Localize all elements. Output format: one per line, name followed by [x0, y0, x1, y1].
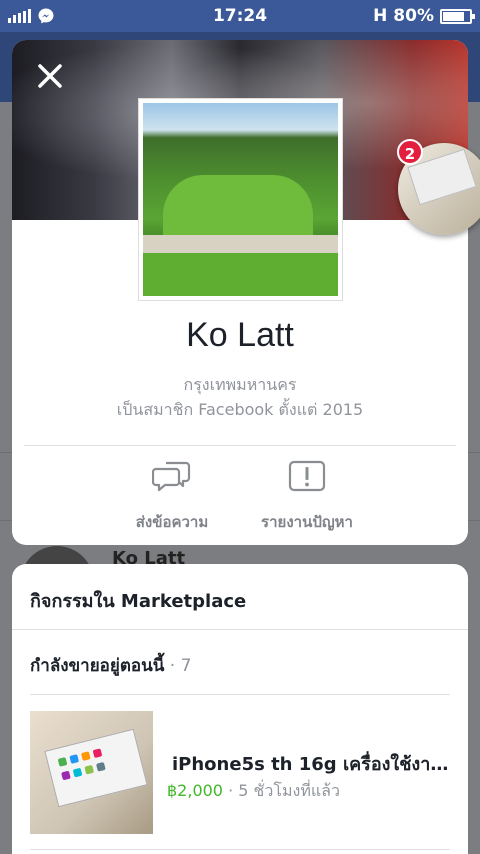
divider: [30, 694, 450, 695]
marketplace-title: กิจกรรมใน Marketplace: [30, 591, 247, 612]
profile-location: กรุงเทพมหานคร: [183, 375, 297, 394]
divider: [30, 849, 450, 850]
battery-fill: [443, 11, 464, 21]
marketplace-card: กิจกรรมใน Marketplace กำลังขายอยู่ตอนนี้…: [12, 564, 468, 854]
listing-thumbnail: [30, 711, 153, 834]
listing-title: iPhone5s th 16g เครื่องใช้งานปกติ: [172, 754, 460, 775]
selling-separator: ·: [164, 656, 181, 676]
report-label: รายงานปัญหา: [261, 513, 353, 531]
status-left: [8, 7, 55, 25]
status-right: H 80%: [373, 6, 475, 26]
report-button[interactable]: รายงานปัญหา: [242, 458, 372, 534]
profile-card: Ko Latt กรุงเทพมหานคร เป็นสมาชิก Faceboo…: [12, 40, 468, 545]
listing-price: ฿2,000: [167, 781, 223, 800]
divider: [12, 629, 468, 630]
close-icon: [38, 64, 62, 88]
profile-name: Ko Latt: [186, 316, 294, 354]
selling-now-row[interactable]: กำลังขายอยู่ตอนนี้ · 7: [30, 652, 191, 679]
report-icon: [288, 460, 326, 492]
member-since: เป็นสมาชิก Facebook ตั้งแต่ 2015: [116, 400, 364, 419]
messenger-icon: [38, 8, 54, 24]
message-icon: [152, 461, 191, 492]
profile-picture[interactable]: [138, 98, 343, 301]
divider: [24, 445, 456, 446]
selling-now-label: กำลังขายอยู่ตอนนี้: [30, 656, 165, 676]
status-bar: 17:24 H 80%: [0, 0, 480, 32]
close-button[interactable]: [32, 58, 68, 94]
send-message-button[interactable]: ส่งข้อความ: [107, 458, 237, 534]
chat-badge: 2: [397, 139, 423, 165]
battery-percent: 80%: [393, 6, 434, 26]
network-type: H: [373, 6, 388, 26]
listing-time: 5 ชั่วโมงที่แล้ว: [238, 781, 340, 800]
battery-icon: [440, 8, 475, 24]
listing-item[interactable]: iPhone5s th 16g เครื่องใช้งานปกติ ฿2,000…: [30, 711, 460, 835]
listing-separator: ·: [222, 781, 239, 800]
selling-count: 7: [180, 656, 192, 676]
send-message-label: ส่งข้อความ: [135, 513, 209, 531]
listing-meta: ฿2,000 · 5 ชั่วโมงที่แล้ว: [167, 779, 340, 804]
signal-icon: [8, 9, 31, 23]
